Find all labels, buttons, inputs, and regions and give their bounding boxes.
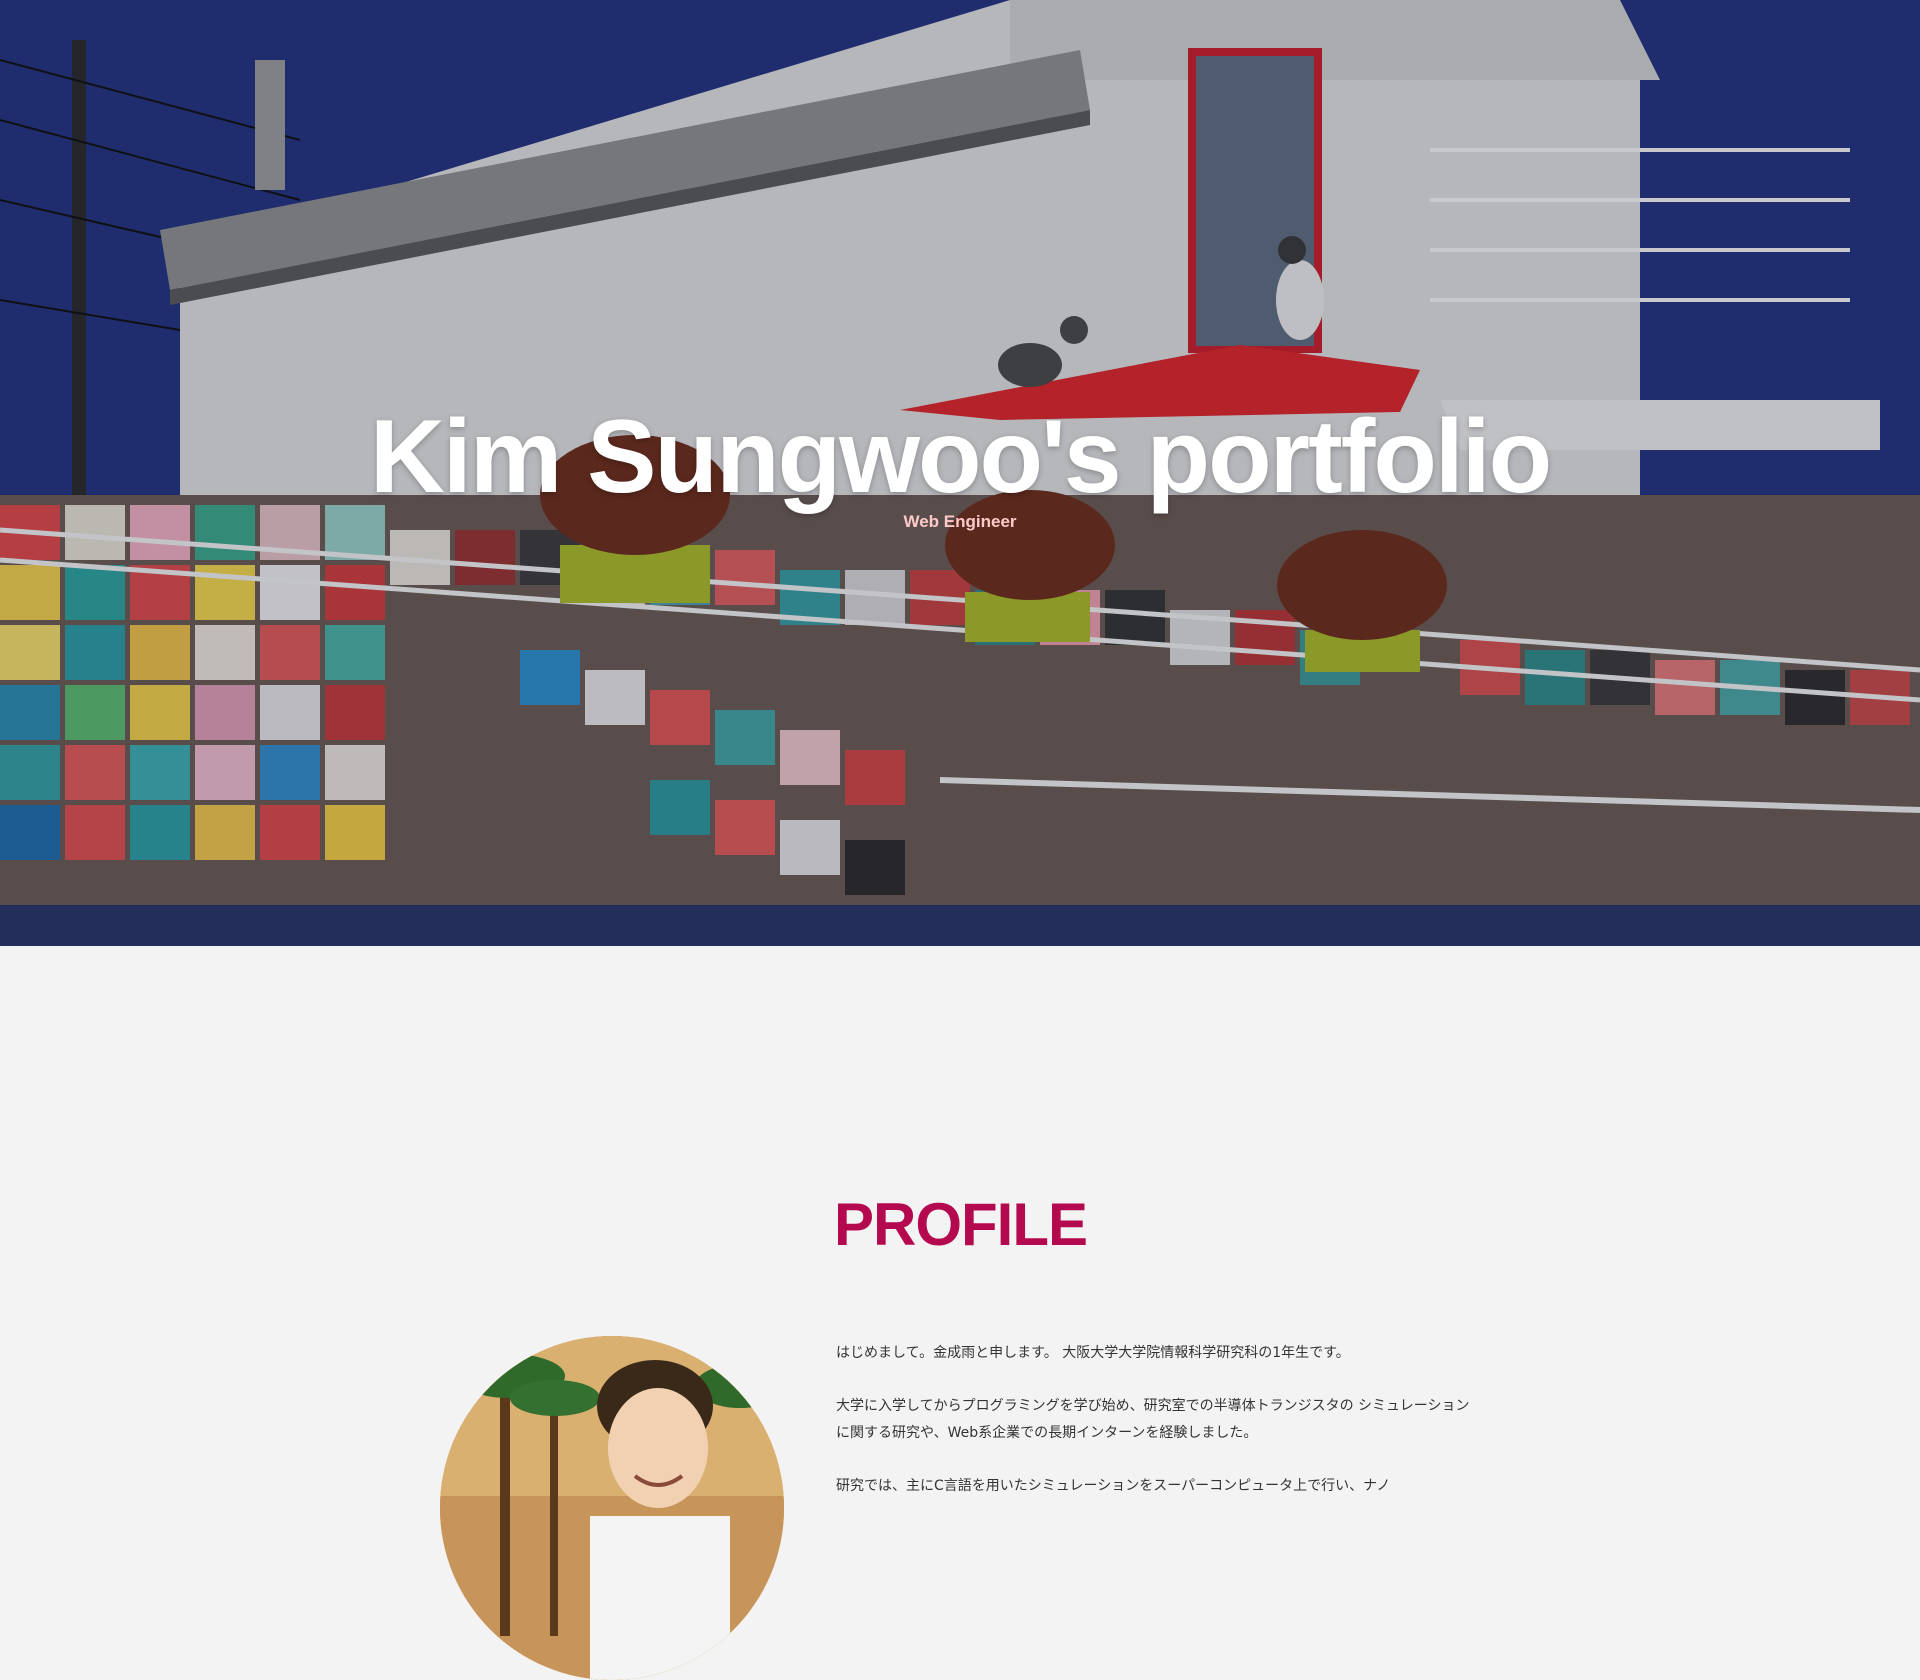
profile-paragraph: はじめまして。金成雨と申します。 大阪大学大学院情報科学研究科の1年生です。 xyxy=(836,1345,1350,1361)
profile-photo xyxy=(440,1336,784,1680)
profile-text: はじめまして。金成雨と申します。 大阪大学大学院情報科学研究科の1年生です。 大… xyxy=(836,1340,1476,1526)
profile-heading: PROFILE xyxy=(834,1191,1088,1258)
hero-title: Kim Sungwoo's portfolio xyxy=(369,399,1552,515)
profile-paragraph: 大学に入学してからプログラミングを学び始め、研究室での半導体トランジスタの シミ… xyxy=(836,1398,1470,1441)
profile-avatar xyxy=(440,1336,784,1680)
hero-subtitle: Web Engineer xyxy=(903,512,1017,531)
profile-paragraph: 研究では、主にC言語を用いたシミュレーションをスーパーコンピュータ上で行い、ナノ xyxy=(836,1478,1391,1494)
hero-section: Kim Sungwoo's portfolio Web Engineer xyxy=(0,0,1920,946)
